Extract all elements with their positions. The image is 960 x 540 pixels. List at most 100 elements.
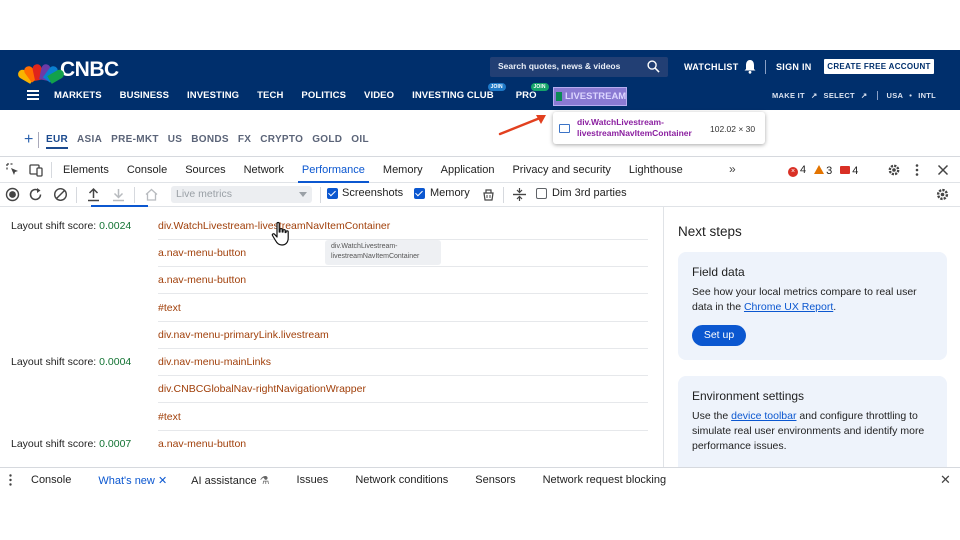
market-tab-pre-mkt[interactable]: PRE-MKT [111,134,159,149]
nav-label: BUSINESS [119,90,170,101]
drawer-tab-network-conditions[interactable]: Network conditions [355,474,448,487]
inspect-element-icon[interactable] [6,163,20,177]
market-tab-eur[interactable]: EUR [46,134,69,149]
market-tab-fx[interactable]: FX [238,134,251,149]
drawer-tab-network-request-blocking[interactable]: Network request blocking [543,474,667,487]
drawer-menu-icon[interactable] [9,474,12,486]
tooltip-dimensions: 102.02 × 30 [710,124,756,134]
drawer-tab-console[interactable]: Console [31,474,71,487]
drawer-tab-label: What's new [98,475,155,487]
market-tabs-divider [38,132,39,148]
setup-button[interactable]: Set up [692,325,746,346]
select-link[interactable]: SELECT [824,91,855,100]
market-tabs-bar: + EUR ASIA PRE-MKT US BONDS FX CRYPTO GO… [0,120,960,156]
create-account-button[interactable]: CREATE FREE ACCOUNT [824,59,934,74]
right-links-divider [876,91,878,100]
issues-counter[interactable]: × 4 3 4 [788,164,858,177]
devtools-drawer: Console What's new ✕ AI assistance ⚗ Iss… [0,467,960,490]
nav-item-video[interactable]: VIDEO [364,90,394,101]
hamburger-menu-icon[interactable] [27,90,39,100]
environment-settings-card: Environment settings Use the device tool… [678,376,947,467]
error-count-value: 4 [800,164,807,176]
drawer-tab-whats-new[interactable]: What's new ✕ [98,474,167,487]
live-metrics-select[interactable]: Live metrics [171,186,312,203]
settings-gear-icon[interactable] [887,163,901,177]
bell-icon[interactable] [743,59,757,74]
nav-item-investing[interactable]: INVESTING [187,90,239,101]
livestream-nav-item[interactable]: LIVESTREAM [553,87,627,106]
nav-item-investing-club[interactable]: INVESTING CLUB JOIN [412,83,506,101]
upload-profile-icon[interactable] [86,187,101,202]
flask-icon: ⚗ [259,475,270,487]
shift-node-link[interactable]: div.CNBCGlobalNav-rightNavigationWrapper [158,383,648,403]
tab-application[interactable]: Application [441,164,495,176]
field-data-card: Field data See how your local metrics co… [678,252,947,360]
make-it-link[interactable]: MAKE IT [772,91,805,100]
nav-item-markets[interactable]: MARKETS [54,90,102,101]
market-tab-us[interactable]: US [168,134,183,149]
clear-icon[interactable] [53,187,68,202]
watchlist-link[interactable]: WATCHLIST [684,62,739,72]
shift-score-row: Layout shift score: 0.0024 [11,220,131,232]
tab-elements[interactable]: Elements [63,164,109,176]
market-tab-asia[interactable]: ASIA [77,134,102,149]
screenshots-checkbox[interactable] [327,188,338,199]
tab-performance[interactable]: Performance [297,164,369,183]
close-devtools-icon[interactable] [936,163,950,177]
device-toolbar-icon[interactable] [29,163,43,177]
kebab-menu-icon[interactable] [910,163,924,177]
livestream-label: LIVESTREAM [565,91,627,102]
tab-sources[interactable]: Sources [185,164,225,176]
market-tab-crypto[interactable]: CRYPTO [260,134,303,149]
nav-item-politics[interactable]: POLITICS [301,90,346,101]
close-drawer-icon[interactable]: ✕ [940,473,951,486]
performance-settings-gear-icon[interactable] [935,187,950,202]
chrome-ux-report-link[interactable]: Chrome UX Report [744,301,833,313]
drawer-tab-sensors[interactable]: Sensors [475,474,515,487]
shift-score-row: Layout shift score: 0.0004 [11,356,131,368]
tab-privacy-security[interactable]: Privacy and security [512,164,610,176]
search-input[interactable]: Search quotes, news & videos [490,57,668,77]
shift-node-link[interactable]: div.nav-menu-mainLinks [158,356,648,376]
reload-record-icon[interactable] [28,187,43,202]
shift-node-link[interactable]: #text [158,411,648,431]
sign-in-link[interactable]: SIGN IN [776,62,812,72]
usa-link[interactable]: USA [887,91,904,100]
market-tab-bonds[interactable]: BONDS [191,134,229,149]
search-icon[interactable] [647,60,660,73]
memory-checkbox[interactable] [414,188,425,199]
shift-node-link[interactable]: #text [158,302,648,322]
drawer-tab-issues[interactable]: Issues [297,474,329,487]
home-icon[interactable] [144,187,159,202]
field-data-title: Field data [692,265,745,279]
cnbc-logo[interactable]: CNBC [16,58,119,84]
tab-lighthouse[interactable]: Lighthouse [629,164,683,176]
nav-label: INVESTING [187,90,240,101]
intl-link[interactable]: INTL [918,91,936,100]
close-tab-icon[interactable]: ✕ [158,475,167,487]
capture-settings-icon[interactable] [512,187,527,202]
market-tab-oil[interactable]: OIL [351,134,369,149]
nav-item-business[interactable]: BUSINESS [120,90,169,101]
device-toolbar-link[interactable]: device toolbar [731,410,796,422]
download-profile-icon[interactable] [111,187,126,202]
plus-icon[interactable]: + [24,132,33,148]
market-tab-gold[interactable]: GOLD [312,134,342,149]
tab-memory[interactable]: Memory [383,164,423,176]
chevron-down-icon [299,192,307,197]
tab-console[interactable]: Console [127,164,167,176]
dim-third-parties-checkbox[interactable] [536,188,547,199]
record-icon[interactable] [5,187,20,202]
shift-node-link[interactable]: div.nav-menu-primaryLink.livestream [158,329,648,349]
garbage-collect-icon[interactable] [481,187,496,202]
dim-third-parties-label: Dim 3rd parties [552,187,627,199]
drawer-tab-ai-assistance[interactable]: AI assistance ⚗ [191,474,269,487]
more-tabs-icon[interactable]: » [729,162,736,176]
next-steps-panel: Next steps Field data See how your local… [663,207,960,467]
shift-node-link[interactable]: a.nav-menu-button [158,438,648,457]
nav-item-pro[interactable]: PRO JOIN [516,83,549,101]
tab-network[interactable]: Network [244,164,284,176]
nav-item-tech[interactable]: TECH [257,90,283,101]
shift-node-link[interactable]: div.WatchLivestream-livestreamNavItemCon… [158,220,648,240]
shift-node-link[interactable]: a.nav-menu-button [158,274,648,294]
